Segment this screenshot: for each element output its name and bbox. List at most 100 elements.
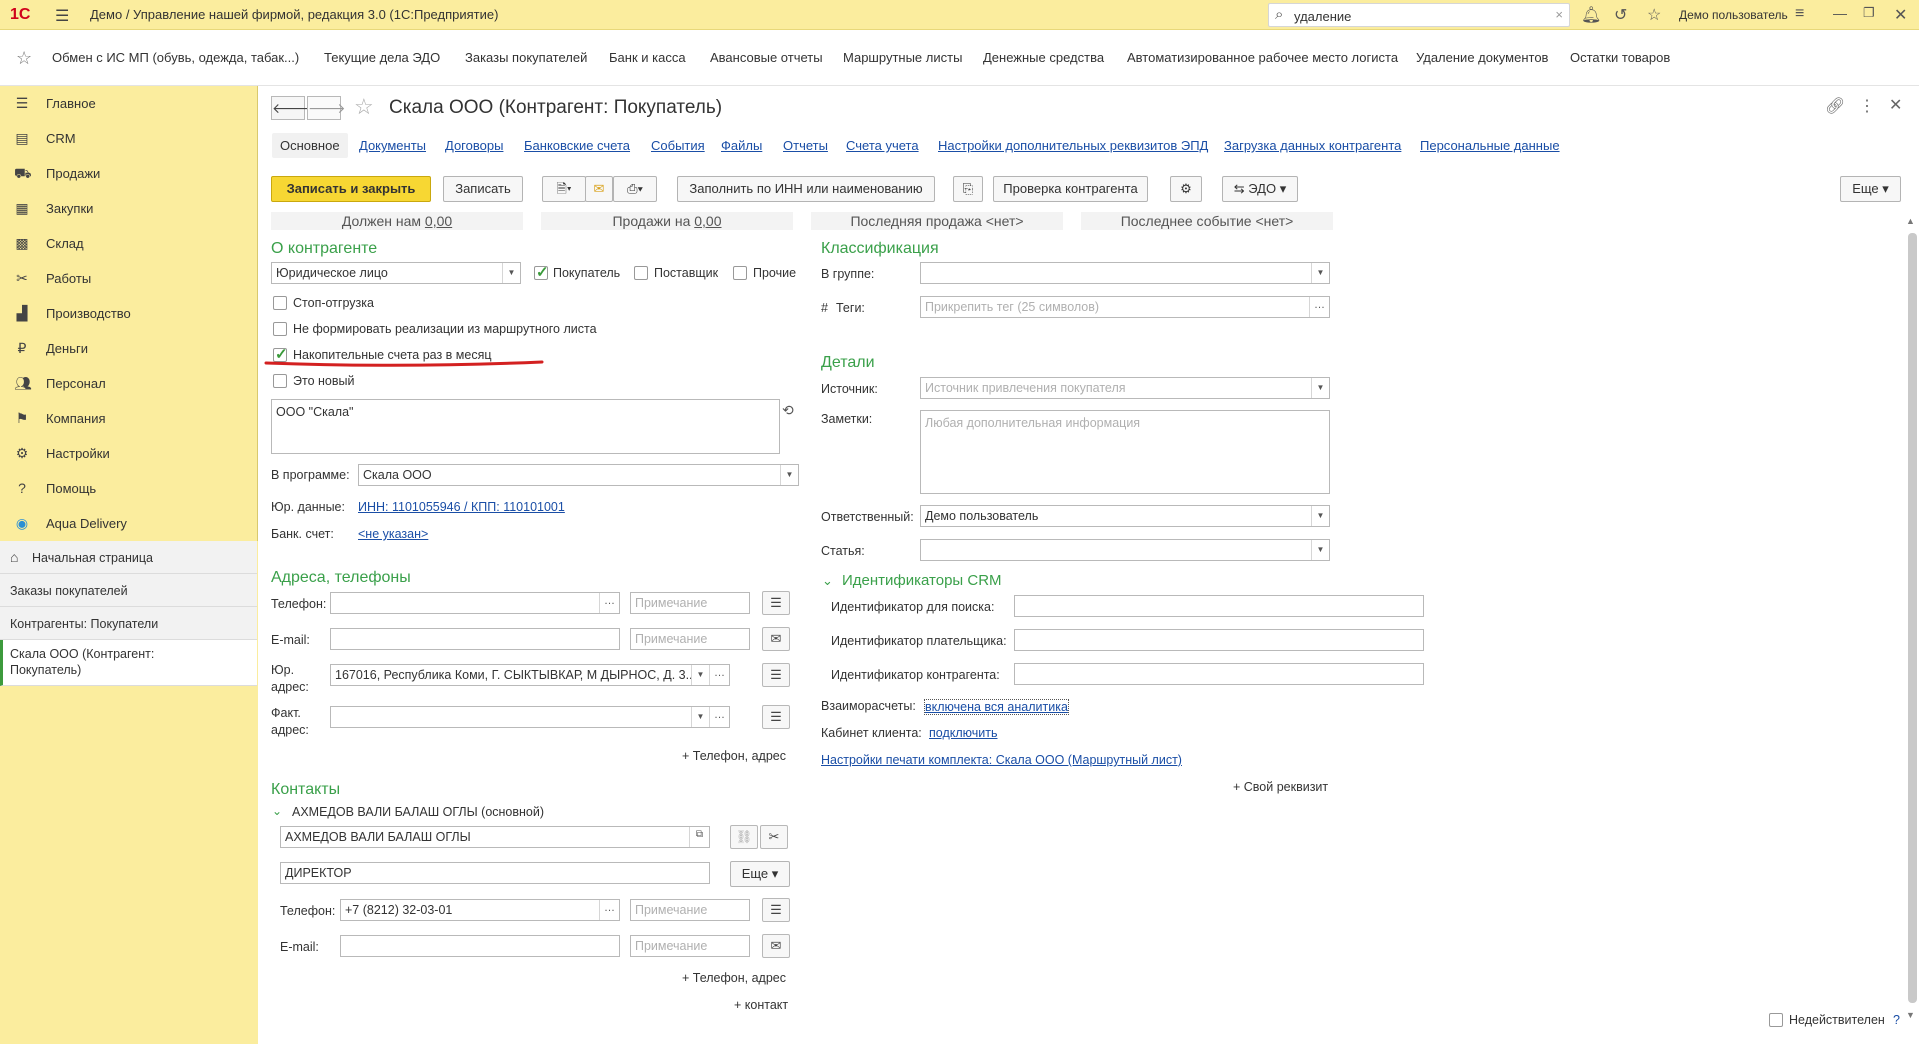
help-question-icon[interactable]: ? bbox=[1893, 1013, 1900, 1027]
history-icon[interactable]: ⟲ bbox=[782, 402, 794, 419]
buyer-checkbox[interactable] bbox=[534, 263, 549, 281]
fav-link[interactable]: Заказы покупателей bbox=[465, 50, 587, 65]
open-window-orders[interactable]: Заказы покупателей bbox=[0, 574, 257, 607]
create-based-button[interactable]: 🗎▾ bbox=[542, 176, 586, 202]
sidebar-item-money[interactable]: ₽ Деньги bbox=[0, 331, 258, 365]
open-window-buyers[interactable]: Контрагенты: Покупатели bbox=[0, 607, 257, 640]
more-button[interactable]: Еще ▾ bbox=[1840, 176, 1901, 202]
stop-shipping-checkbox[interactable] bbox=[273, 296, 287, 310]
tab-files[interactable]: Файлы bbox=[721, 138, 762, 153]
print-button[interactable]: ⎙▾ bbox=[613, 176, 657, 202]
bank-account-link[interactable]: <не указан> bbox=[358, 527, 428, 541]
main-menu-icon[interactable]: ☰ bbox=[55, 6, 69, 26]
contact-phone-note-input[interactable]: Примечание bbox=[630, 899, 750, 921]
link-contact-button[interactable]: ⛓ bbox=[730, 825, 758, 849]
fav-link[interactable]: Удаление документов bbox=[1416, 50, 1548, 65]
source-select[interactable]: Источник привлечения покупателя ▼ bbox=[920, 377, 1330, 399]
chevron-down-icon[interactable]: ▼ bbox=[691, 665, 709, 685]
settings-lines-icon[interactable]: ≡ bbox=[1795, 5, 1804, 23]
contact-send-email-button[interactable]: ✉ bbox=[762, 934, 790, 958]
tab-events[interactable]: События bbox=[651, 138, 705, 153]
search-id-input[interactable] bbox=[1014, 595, 1424, 617]
is-new-checkbox[interactable] bbox=[273, 374, 287, 388]
contact-email-input[interactable] bbox=[340, 935, 620, 957]
fav-link[interactable]: Авансовые отчеты bbox=[710, 50, 823, 65]
sidebar-item-crm[interactable]: ▤ CRM bbox=[0, 121, 258, 155]
legal-data-link[interactable]: ИНН: 1101055946 / КПП: 110101001 bbox=[358, 500, 565, 514]
supplier-checkbox[interactable] bbox=[634, 266, 648, 280]
back-button[interactable]: 🡐 bbox=[271, 96, 310, 120]
in-program-field[interactable]: Скала ООО ▼ bbox=[358, 464, 799, 486]
open-icon[interactable]: ⧉ bbox=[689, 827, 709, 847]
more-vertical-icon[interactable]: ⋮ bbox=[1859, 96, 1875, 116]
search-input[interactable]: ⌕ удаление × bbox=[1268, 3, 1570, 27]
inactive-checkbox[interactable] bbox=[1769, 1013, 1783, 1027]
contact-more-button[interactable]: Еще ▾ bbox=[730, 861, 790, 887]
sidebar-item-main[interactable]: ☰ Главное bbox=[0, 86, 258, 120]
send-email-button[interactable]: ✉ bbox=[762, 627, 790, 651]
add-phone-address-link[interactable]: + Телефон, адрес bbox=[682, 749, 786, 763]
favorites-star-icon[interactable]: ☆ bbox=[1647, 5, 1661, 25]
favorites-icon[interactable]: ☆ bbox=[16, 48, 32, 69]
tab-reports[interactable]: Отчеты bbox=[783, 138, 828, 153]
fav-link[interactable]: Автоматизированное рабочее место логиста bbox=[1127, 50, 1398, 65]
clear-search-icon[interactable]: × bbox=[1555, 7, 1563, 22]
contact-phone-input[interactable]: +7 (8212) 32-03-01… bbox=[340, 899, 620, 921]
fill-by-inn-button[interactable]: Заполнить по ИНН или наименованию bbox=[677, 176, 935, 202]
vertical-scrollbar[interactable] bbox=[1908, 233, 1917, 1003]
owes-value[interactable]: 0,00 bbox=[425, 213, 452, 229]
chevron-down-icon[interactable]: ⌄ bbox=[822, 573, 833, 589]
fact-address-filter-button[interactable]: ☰ bbox=[762, 705, 790, 729]
fav-link[interactable]: Банк и касса bbox=[609, 50, 686, 65]
user-name[interactable]: Демо пользователь bbox=[1679, 8, 1788, 22]
tab-bank-accounts[interactable]: Банковские счета bbox=[524, 138, 630, 153]
forward-button[interactable]: 🡒 bbox=[307, 96, 346, 120]
contact-position-input[interactable]: ДИРЕКТОР bbox=[280, 862, 710, 884]
add-contact-link[interactable]: + контакт bbox=[734, 998, 788, 1012]
ellipsis-icon[interactable]: … bbox=[709, 707, 729, 727]
sidebar-item-sales[interactable]: ⛟ Продажи bbox=[0, 156, 258, 190]
sidebar-item-production[interactable]: ▟ Производство bbox=[0, 296, 258, 330]
fav-link[interactable]: Текущие дела ЭДО bbox=[324, 50, 440, 65]
email-button[interactable]: ✉ bbox=[585, 176, 613, 202]
tab-documents[interactable]: Документы bbox=[359, 138, 426, 153]
sidebar-item-works[interactable]: ✂ Работы bbox=[0, 261, 258, 295]
open-window-home[interactable]: ⌂ Начальная страница bbox=[0, 541, 257, 574]
minimize-icon[interactable]: — bbox=[1833, 5, 1847, 21]
contact-name-input[interactable]: АХМЕДОВ ВАЛИ БАЛАШ ОГЛЫ ⧉ bbox=[280, 826, 710, 848]
sales-value[interactable]: 0,00 bbox=[694, 213, 721, 229]
unlink-contact-button[interactable]: ✂ bbox=[760, 825, 788, 849]
tab-accounts[interactable]: Счета учета bbox=[846, 138, 919, 153]
phone-filter-button[interactable]: ☰ bbox=[762, 591, 790, 615]
sidebar-item-help[interactable]: ? Помощь bbox=[0, 471, 258, 505]
save-button[interactable]: Записать bbox=[443, 176, 523, 202]
fav-link[interactable]: Остатки товаров bbox=[1570, 50, 1670, 65]
fav-link[interactable]: Обмен с ИС МП (обувь, одежда, табак...) bbox=[52, 50, 299, 65]
scroll-down-icon[interactable]: ▼ bbox=[1906, 1010, 1915, 1020]
tab-epd-settings[interactable]: Настройки дополнительных реквизитов ЭПД bbox=[938, 138, 1208, 153]
fav-link[interactable]: Маршрутные листы bbox=[843, 50, 962, 65]
sidebar-item-company[interactable]: ⚑ Компания bbox=[0, 401, 258, 435]
sidebar-item-aqua-delivery[interactable]: ◉ Aqua Delivery bbox=[0, 506, 258, 540]
article-select[interactable]: ▼ bbox=[920, 539, 1330, 561]
email-input[interactable] bbox=[330, 628, 620, 650]
save-close-button[interactable]: Записать и закрыть bbox=[271, 176, 431, 202]
link-icon[interactable]: 🔗︎ bbox=[1825, 96, 1845, 116]
counterparty-type-select[interactable]: Юридическое лицо ▼ bbox=[271, 262, 521, 284]
tab-personal-data[interactable]: Персональные данные bbox=[1420, 138, 1560, 153]
print-settings-link[interactable]: Настройки печати комплекта: Скала ООО (М… bbox=[821, 753, 1182, 767]
check-counterparty-button[interactable]: Проверка контрагента bbox=[993, 176, 1148, 202]
sidebar-item-settings[interactable]: ⚙ Настройки bbox=[0, 436, 258, 470]
open-window-skala[interactable]: Скала ООО (Контрагент: Покупатель) bbox=[0, 640, 257, 686]
chevron-down-icon[interactable]: ▼ bbox=[691, 707, 709, 727]
legal-address-filter-button[interactable]: ☰ bbox=[762, 663, 790, 687]
close-window-icon[interactable]: ✕ bbox=[1894, 5, 1907, 25]
edo-button[interactable]: ⇆ ЭДО ▾ bbox=[1222, 176, 1298, 202]
scroll-up-icon[interactable]: ▲ bbox=[1906, 216, 1915, 226]
phone-input[interactable]: … bbox=[330, 592, 620, 614]
fav-link[interactable]: Денежные средства bbox=[983, 50, 1104, 65]
contact-email-note-input[interactable]: Примечание bbox=[630, 935, 750, 957]
custom-attribute-link[interactable]: + Свой реквизит bbox=[1233, 780, 1328, 794]
tags-input[interactable]: Прикрепить тег (25 символов)… bbox=[920, 296, 1330, 318]
notes-textarea[interactable]: Любая дополнительная информация bbox=[920, 410, 1330, 494]
